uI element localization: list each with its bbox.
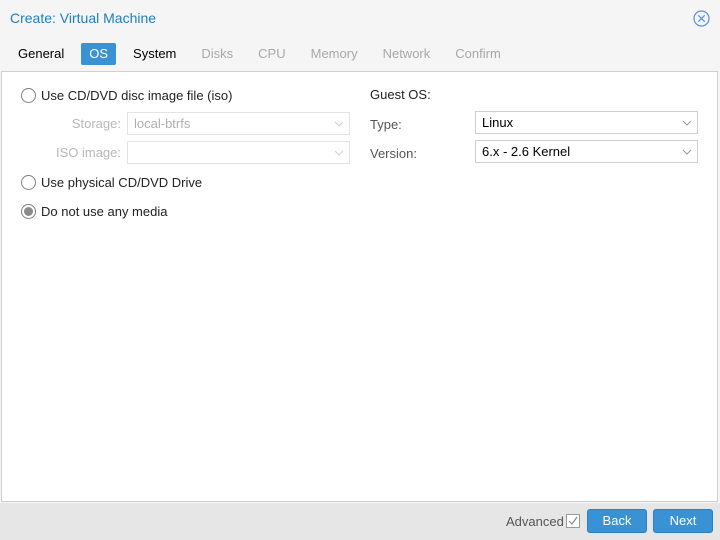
circle-x-icon (693, 10, 710, 27)
radio-label: Use CD/DVD disc image file (iso) (41, 87, 233, 103)
radio-label: Do not use any media (41, 203, 168, 219)
radio-button[interactable] (21, 203, 36, 219)
dialog-title: Create: Virtual Machine (10, 10, 157, 26)
close-button[interactable] (693, 10, 710, 27)
tab-general[interactable]: General (10, 43, 72, 65)
type-value: Linux (482, 115, 514, 130)
storage-combo: local-btrfs (127, 112, 350, 135)
radio-button[interactable] (21, 174, 36, 190)
chevron-down-icon (329, 142, 349, 163)
version-label: Version: (370, 146, 417, 161)
tab-cpu: CPU (258, 46, 286, 61)
type-label: Type: (370, 117, 402, 132)
advanced-checkbox[interactable] (566, 514, 580, 528)
type-combo[interactable]: Linux (475, 111, 698, 134)
tab-os[interactable]: OS (81, 43, 117, 65)
radio-no-media[interactable]: Do not use any media (21, 202, 167, 220)
storage-label: Storage: (71, 116, 121, 131)
back-button[interactable]: Back (587, 509, 647, 533)
radio-button[interactable] (21, 87, 36, 103)
radio-label: Use physical CD/DVD Drive (41, 174, 203, 190)
os-panel (1, 71, 718, 502)
tab-system[interactable]: System (125, 43, 184, 65)
chevron-down-icon[interactable] (677, 141, 697, 162)
iso-image-label: ISO image: (55, 145, 121, 160)
advanced-label: Advanced (506, 514, 564, 529)
chevron-down-icon[interactable] (677, 112, 697, 133)
wizard-tabs: General OS System Disks CPU Memory Netwo… (10, 43, 518, 65)
tab-memory: Memory (310, 46, 358, 61)
iso-image-combo (127, 141, 350, 164)
version-combo[interactable]: 6.x - 2.6 Kernel (475, 140, 698, 163)
tab-confirm: Confirm (455, 46, 501, 61)
checkmark-icon (568, 516, 578, 525)
create-vm-dialog: Create: Virtual Machine General OS Syste… (0, 0, 720, 540)
chevron-down-icon (329, 113, 349, 134)
tab-network: Network (382, 46, 431, 61)
radio-use-iso[interactable]: Use CD/DVD disc image file (iso) (21, 86, 232, 104)
storage-value: local-btrfs (134, 116, 191, 131)
radio-physical-drive[interactable]: Use physical CD/DVD Drive (21, 173, 202, 191)
version-value: 6.x - 2.6 Kernel (482, 144, 571, 159)
tab-disks: Disks (201, 46, 234, 61)
next-button[interactable]: Next (653, 509, 713, 533)
guest-os-heading: Guest OS: (370, 87, 431, 102)
